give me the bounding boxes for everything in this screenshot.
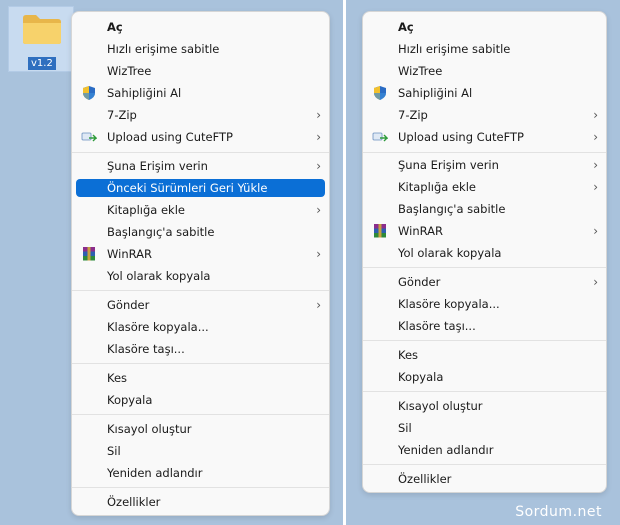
- menu-separator: [72, 152, 329, 153]
- chevron-right-icon: ›: [316, 108, 321, 122]
- menu-item-send-to[interactable]: Gönder ›: [76, 296, 325, 314]
- shield-icon: [83, 86, 95, 100]
- menu-item-move-to-folder[interactable]: Klasöre taşı...: [367, 317, 602, 335]
- watermark: Sordum.net: [515, 504, 602, 520]
- menu-separator: [363, 152, 606, 153]
- menu-item-properties[interactable]: Özellikler: [367, 470, 602, 488]
- menu-item-properties[interactable]: Özellikler: [76, 493, 325, 511]
- menu-item-restore-previous-versions[interactable]: Önceki Sürümleri Geri Yükle: [76, 179, 325, 197]
- chevron-right-icon: ›: [593, 108, 598, 122]
- menu-separator: [72, 414, 329, 415]
- menu-item-rename[interactable]: Yeniden adlandır: [367, 441, 602, 459]
- menu-item-wiztree[interactable]: WizTree: [76, 62, 325, 80]
- menu-item-rename[interactable]: Yeniden adlandır: [76, 464, 325, 482]
- menu-separator: [363, 464, 606, 465]
- folder-icon: [23, 15, 61, 44]
- menu-item-take-ownership[interactable]: Sahipliğini Al: [76, 84, 325, 102]
- menu-item-pin-to-start[interactable]: Başlangıç'a sabitle: [367, 200, 602, 218]
- chevron-right-icon: ›: [316, 247, 321, 261]
- menu-item-create-shortcut[interactable]: Kısayol oluştur: [76, 420, 325, 438]
- chevron-right-icon: ›: [316, 203, 321, 217]
- menu-item-create-shortcut[interactable]: Kısayol oluştur: [367, 397, 602, 415]
- menu-separator: [72, 487, 329, 488]
- menu-item-give-access[interactable]: Şuna Erişim verin ›: [367, 156, 602, 174]
- menu-item-wiztree[interactable]: WizTree: [367, 62, 602, 80]
- chevron-right-icon: ›: [593, 180, 598, 194]
- menu-item-7zip[interactable]: 7-Zip ›: [76, 106, 325, 124]
- chevron-right-icon: ›: [316, 130, 321, 144]
- chevron-right-icon: ›: [593, 275, 598, 289]
- desktop-folder[interactable]: v1.2: [8, 6, 74, 72]
- menu-item-copy[interactable]: Kopyala: [367, 368, 602, 386]
- menu-item-open[interactable]: Aç: [367, 18, 602, 36]
- menu-item-include-in-library[interactable]: Kitaplığa ekle ›: [367, 178, 602, 196]
- winrar-icon: [374, 224, 386, 238]
- menu-item-copy-as-path[interactable]: Yol olarak kopyala: [367, 244, 602, 262]
- menu-item-cut[interactable]: Kes: [367, 346, 602, 364]
- chevron-right-icon: ›: [316, 298, 321, 312]
- chevron-right-icon: ›: [593, 224, 598, 238]
- chevron-right-icon: ›: [593, 130, 598, 144]
- menu-item-give-access[interactable]: Şuna Erişim verin ›: [76, 157, 325, 175]
- menu-item-copy-to-folder[interactable]: Klasöre kopyala...: [76, 318, 325, 336]
- menu-item-cuteftp[interactable]: Upload using CuteFTP ›: [76, 128, 325, 146]
- context-menu-right: Aç Hızlı erişime sabitle WizTree Sahipli…: [362, 11, 607, 493]
- menu-item-copy-as-path[interactable]: Yol olarak kopyala: [76, 267, 325, 285]
- chevron-right-icon: ›: [593, 158, 598, 172]
- menu-separator: [363, 267, 606, 268]
- menu-item-move-to-folder[interactable]: Klasöre taşı...: [76, 340, 325, 358]
- menu-item-pin-quick-access[interactable]: Hızlı erişime sabitle: [76, 40, 325, 58]
- menu-separator: [72, 290, 329, 291]
- context-menu-left: Aç Hızlı erişime sabitle WizTree Sahipli…: [71, 11, 330, 516]
- panel-divider: [343, 0, 346, 525]
- menu-item-open[interactable]: Aç: [76, 18, 325, 36]
- shield-icon: [374, 86, 386, 100]
- menu-separator: [363, 340, 606, 341]
- menu-item-cut[interactable]: Kes: [76, 369, 325, 387]
- winrar-icon: [83, 247, 95, 261]
- menu-item-take-ownership[interactable]: Sahipliğini Al: [367, 84, 602, 102]
- menu-item-winrar[interactable]: WinRAR ›: [367, 222, 602, 240]
- menu-item-copy-to-folder[interactable]: Klasöre kopyala...: [367, 295, 602, 313]
- cuteftp-icon: [372, 132, 388, 142]
- menu-item-cuteftp[interactable]: Upload using CuteFTP ›: [367, 128, 602, 146]
- menu-separator: [363, 391, 606, 392]
- menu-item-winrar[interactable]: WinRAR ›: [76, 245, 325, 263]
- menu-separator: [72, 363, 329, 364]
- menu-item-pin-to-start[interactable]: Başlangıç'a sabitle: [76, 223, 325, 241]
- cuteftp-icon: [81, 132, 97, 142]
- menu-item-delete[interactable]: Sil: [76, 442, 325, 460]
- menu-item-7zip[interactable]: 7-Zip ›: [367, 106, 602, 124]
- folder-name[interactable]: v1.2: [28, 57, 56, 70]
- menu-item-send-to[interactable]: Gönder ›: [367, 273, 602, 291]
- menu-item-delete[interactable]: Sil: [367, 419, 602, 437]
- menu-item-include-in-library[interactable]: Kitaplığa ekle ›: [76, 201, 325, 219]
- menu-item-copy[interactable]: Kopyala: [76, 391, 325, 409]
- menu-item-pin-quick-access[interactable]: Hızlı erişime sabitle: [367, 40, 602, 58]
- chevron-right-icon: ›: [316, 159, 321, 173]
